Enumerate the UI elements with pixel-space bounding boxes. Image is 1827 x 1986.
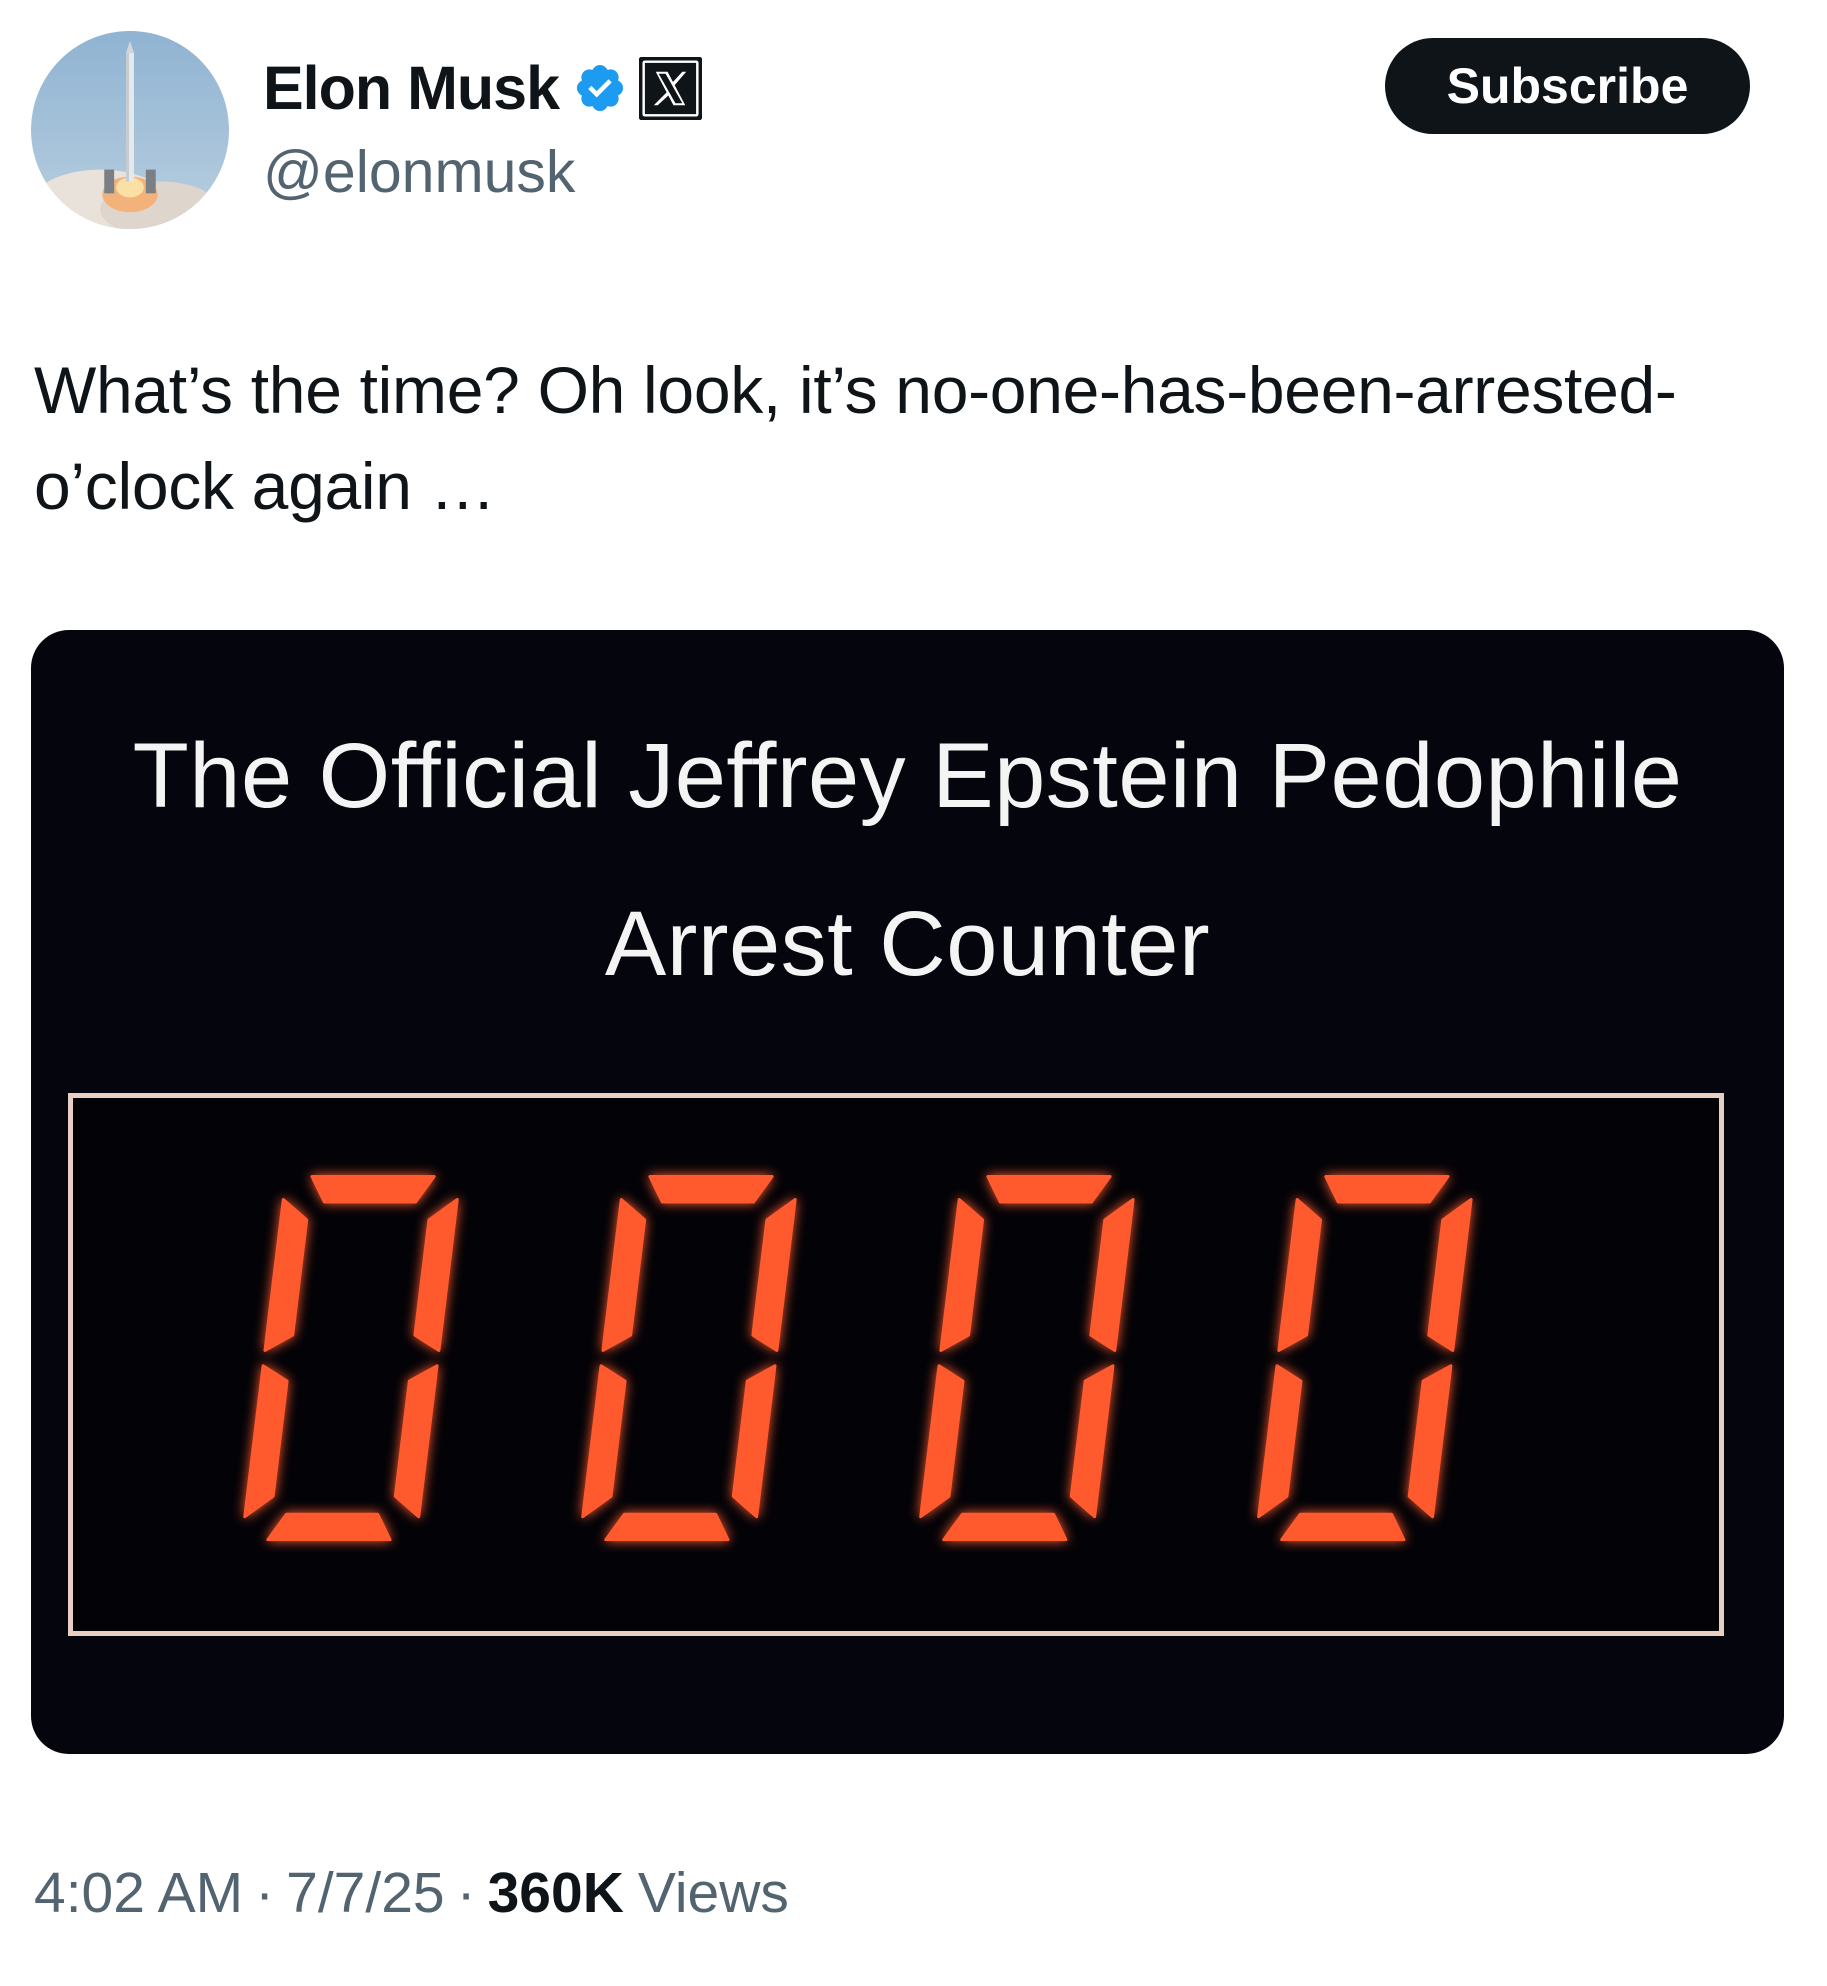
counter-digit — [581, 1175, 797, 1542]
media-title: The Official Jeffrey Epstein Pedophile A… — [132, 725, 1683, 995]
counter-segment-b — [751, 1198, 797, 1352]
counter-segment-b — [1427, 1198, 1473, 1352]
meta-separator: · — [456, 1861, 476, 1925]
counter-segment-c — [393, 1364, 439, 1519]
seven-segment-display — [243, 1175, 1473, 1542]
counter-segment-e — [919, 1364, 965, 1519]
counter-segment-f — [939, 1198, 985, 1352]
views-label: Views — [637, 1861, 789, 1925]
counter-segment-f — [1277, 1198, 1323, 1352]
counter-segment-a — [310, 1175, 436, 1204]
counter-digit — [919, 1175, 1135, 1542]
counter-segment-d — [266, 1512, 392, 1542]
arrest-counter-display — [68, 1093, 1724, 1636]
tweet-meta: 4:02 AM · 7/7/25 · 360K Views — [34, 1860, 789, 1926]
counter-segment-f — [601, 1198, 647, 1352]
counter-segment-f — [263, 1198, 309, 1352]
counter-segment-a — [648, 1175, 774, 1204]
x-logo-icon[interactable] — [639, 56, 703, 120]
counter-segment-e — [1257, 1364, 1303, 1519]
counter-segment-d — [604, 1512, 730, 1542]
counter-segment-a — [986, 1175, 1112, 1204]
counter-digit — [243, 1175, 459, 1542]
counter-segment-e — [243, 1364, 289, 1519]
counter-digits — [73, 1098, 1719, 1631]
author-name-row: Elon Musk — [263, 52, 703, 124]
verified-badge-icon[interactable] — [573, 61, 627, 115]
meta-separator: · — [255, 1861, 275, 1925]
counter-segment-d — [1280, 1512, 1406, 1542]
counter-segment-b — [1089, 1198, 1135, 1352]
counter-segment-a — [1324, 1175, 1450, 1204]
counter-segment-b — [413, 1198, 459, 1352]
avatar[interactable] — [31, 31, 229, 229]
counter-segment-d — [942, 1512, 1068, 1542]
subscribe-button[interactable]: Subscribe — [1385, 38, 1750, 134]
author-handle[interactable]: @elonmusk — [263, 138, 575, 206]
counter-segment-c — [1407, 1364, 1453, 1519]
rocket-launch-avatar — [31, 31, 229, 229]
views-count[interactable]: 360K — [488, 1860, 624, 1926]
counter-digit — [1257, 1175, 1473, 1542]
author-display-name[interactable]: Elon Musk — [263, 53, 560, 123]
tweet-text: What’s the time? Oh look, it’s no-one-ha… — [34, 353, 1677, 523]
tweet-time[interactable]: 4:02 AM — [34, 1860, 243, 1926]
counter-segment-c — [731, 1364, 777, 1519]
tweet-date[interactable]: 7/7/25 — [286, 1860, 444, 1926]
tweet-media-image[interactable]: The Official Jeffrey Epstein Pedophile A… — [31, 630, 1784, 1754]
counter-segment-e — [581, 1364, 627, 1519]
counter-segment-c — [1069, 1364, 1115, 1519]
